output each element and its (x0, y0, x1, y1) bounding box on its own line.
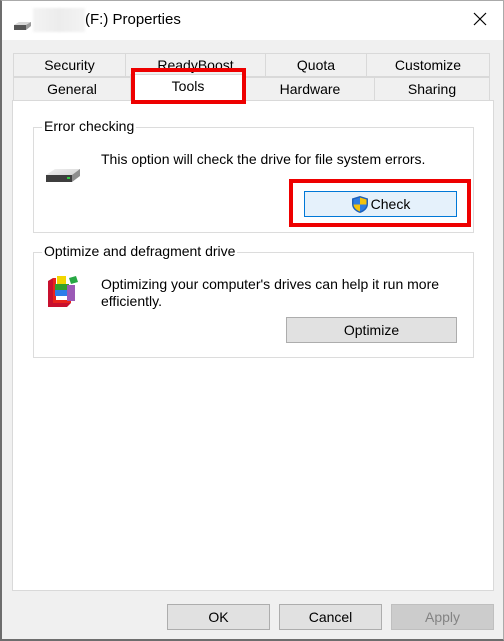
optimize-title: Optimize and defragment drive (42, 243, 238, 259)
error-checking-group: Error checking This option will check th… (33, 118, 474, 233)
redacted-drive-name (33, 8, 85, 32)
cancel-button[interactable]: Cancel (279, 604, 382, 630)
optimize-group: Optimize and defragment drive Optimizing… (33, 243, 474, 358)
ok-button[interactable]: OK (167, 604, 270, 630)
apply-button[interactable]: Apply (391, 604, 494, 630)
uac-shield-icon (351, 195, 369, 214)
tab-security[interactable]: Security (13, 53, 126, 77)
drive-icon (45, 167, 81, 188)
optimize-button[interactable]: Optimize (286, 317, 457, 343)
close-button[interactable] (457, 1, 503, 40)
close-icon (473, 12, 487, 29)
error-checking-title: Error checking (42, 118, 137, 134)
tab-quota[interactable]: Quota (265, 53, 367, 77)
title-bar: (F:) Properties (2, 1, 503, 40)
check-button-label: Check (370, 196, 411, 212)
tools-panel: Error checking This option will check th… (12, 100, 494, 591)
error-checking-description: This option will check the drive for fil… (101, 151, 426, 167)
tab-sharing[interactable]: Sharing (374, 77, 490, 101)
tab-customize[interactable]: Customize (366, 53, 490, 77)
defragment-icon (45, 273, 81, 312)
tab-tools[interactable]: Tools (130, 74, 246, 100)
optimize-button-label: Optimize (343, 322, 400, 338)
optimize-description: Optimizing your computer's drives can he… (101, 276, 440, 309)
window-title: (F:) Properties (85, 11, 181, 28)
tab-general[interactable]: General (13, 77, 131, 101)
drive-icon (12, 18, 32, 30)
tab-hardware[interactable]: Hardware (245, 77, 375, 101)
properties-dialog: (F:) Properties Security ReadyBoost Quot… (0, 0, 504, 641)
check-button[interactable]: Check (304, 191, 457, 217)
